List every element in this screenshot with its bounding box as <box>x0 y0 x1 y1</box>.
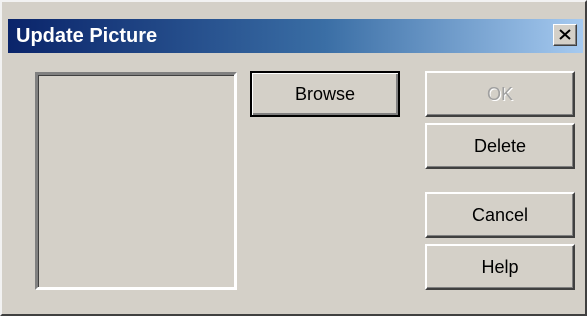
help-button[interactable]: Help <box>425 244 575 290</box>
browse-button[interactable]: Browse <box>250 71 400 117</box>
close-icon <box>559 29 571 40</box>
picture-preview <box>35 72 237 290</box>
update-picture-dialog: Update Picture Browse OK Delete Cancel H… <box>0 0 587 316</box>
dialog-title: Update Picture <box>16 25 158 47</box>
cancel-button[interactable]: Cancel <box>425 192 575 238</box>
title-bar: Update Picture <box>8 19 583 53</box>
delete-button[interactable]: Delete <box>425 123 575 169</box>
close-button[interactable] <box>553 24 577 46</box>
ok-button[interactable]: OK <box>425 71 575 117</box>
